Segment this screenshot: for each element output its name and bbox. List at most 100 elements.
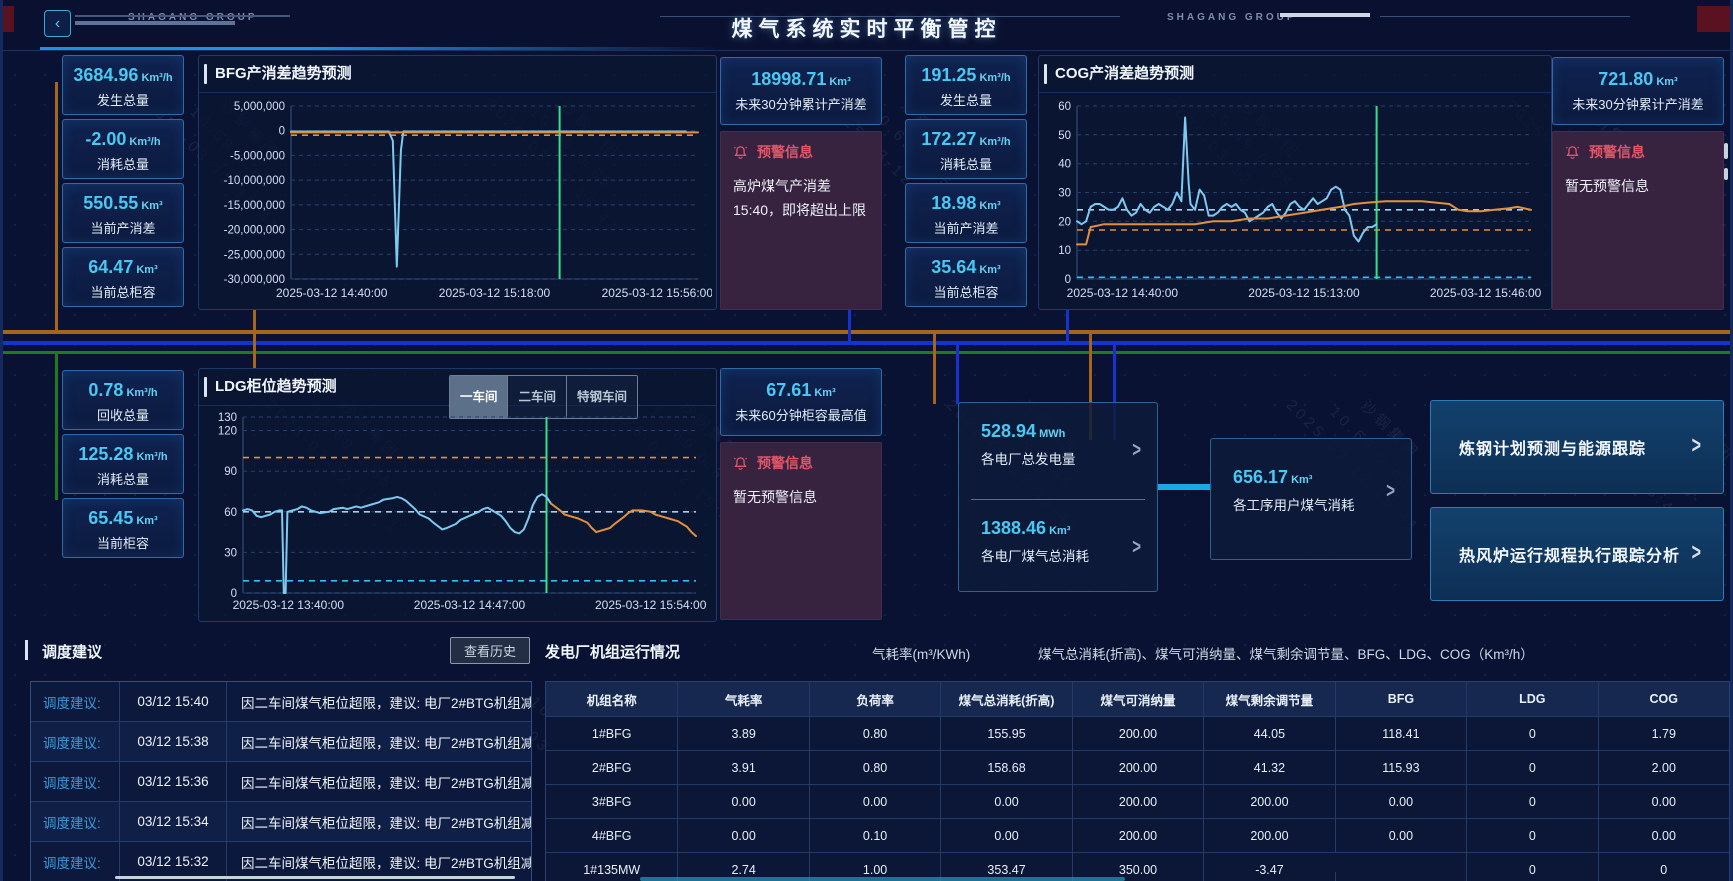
dispatch-time: 03/12 15:40 xyxy=(119,682,227,721)
svg-text:130: 130 xyxy=(218,412,237,424)
value-cell: 0.80 xyxy=(809,717,940,750)
svg-text:120: 120 xyxy=(218,426,237,438)
horizontal-scrollbar[interactable] xyxy=(640,877,1125,881)
value-cell: 0 xyxy=(1598,853,1729,881)
stat-value: 721.80Km³ xyxy=(1553,69,1723,90)
stat-value: 656.17Km³ xyxy=(1233,467,1411,488)
value-cell: 200.00 xyxy=(1072,819,1203,852)
pipe-orange-vertical xyxy=(933,334,936,404)
value: 656.17 xyxy=(1233,467,1288,487)
value-cell: 200.00 xyxy=(1203,819,1334,852)
stat-card-bfg-consumption: -2.00Km³/h 消耗总量 xyxy=(62,119,184,179)
dispatch-table: 调度建议:03/12 15:40因二车间煤气柜位超限，建议: 电厂2#BTG机组… xyxy=(30,681,532,881)
dispatch-time: 03/12 15:34 xyxy=(119,802,227,841)
value-cell: 41.32 xyxy=(1203,751,1334,784)
plant-gas-consumption-block[interactable]: 1388.46Km³ 各电厂煤气总消耗 > xyxy=(959,500,1157,594)
value-cell: 0.00 xyxy=(809,785,940,818)
header-line-decoration xyxy=(75,21,235,25)
value: 18.98 xyxy=(931,193,976,213)
svg-text:-10,000,000: -10,000,000 xyxy=(224,175,285,187)
link-hot-blast-stove[interactable]: 热风炉运行规程执行跟踪分析 > xyxy=(1430,507,1724,601)
dispatch-time: 03/12 15:36 xyxy=(119,762,227,801)
value: 550.55 xyxy=(83,193,138,213)
svg-text:30: 30 xyxy=(224,547,237,559)
svg-text:-25,000,000: -25,000,000 xyxy=(224,249,285,261)
stat-label: 消耗总量 xyxy=(63,469,183,488)
pipe-blue-vertical xyxy=(848,310,851,342)
svg-text:2025-03-12 15:13:00: 2025-03-12 15:13:00 xyxy=(1248,286,1360,300)
dispatch-tag[interactable]: 调度建议: xyxy=(31,812,119,832)
value-cell: 575.46 xyxy=(1335,872,1466,881)
svg-text:50: 50 xyxy=(1058,130,1071,142)
stat-label: 各电厂总发电量 xyxy=(981,448,1157,468)
value: 64.47 xyxy=(88,257,133,277)
dispatch-row[interactable]: 调度建议:03/12 15:40因二车间煤气柜位超限，建议: 电厂2#BTG机组… xyxy=(31,682,531,721)
value-cell: 0.00 xyxy=(940,819,1071,852)
stat-card-ldg-recovery: 0.78Km³/h 回收总量 xyxy=(62,370,184,430)
bfg-chart: 5,000,0000-5,000,000-10,000,000-15,000,0… xyxy=(203,96,712,305)
stat-label: 回收总量 xyxy=(63,405,183,424)
cog-chart-title-row: COG产消差趋势预测 xyxy=(1039,56,1551,93)
stat-label: 未来30分钟累计产消差 xyxy=(1553,94,1723,113)
value-cell: 0.00 xyxy=(1335,785,1466,818)
link-steelmaking-plan[interactable]: 炼钢计划预测与能源跟踪 > xyxy=(1430,400,1724,494)
pipe-cyan-connector xyxy=(1156,484,1212,490)
unit: Km³ xyxy=(1656,76,1677,88)
title-accent-bar xyxy=(25,640,28,660)
chevron-right-icon: > xyxy=(1132,535,1141,559)
value-cell: 3.89 xyxy=(677,717,808,750)
column-header: 机组名称 xyxy=(546,682,677,716)
value-cell: 44.05 xyxy=(1203,717,1334,750)
unit: Km³ xyxy=(829,76,850,88)
warning-text: 高炉煤气产消差15:40，即将超出上限 xyxy=(733,174,869,222)
power-generation-block[interactable]: 528.94MWh 各电厂总发电量 > xyxy=(959,403,1157,497)
header: ‹ SHAGANG GROUP 煤气系统实时平衡管控 SHAGANG GROUP xyxy=(0,0,1733,51)
vertical-scrollbar-thumb[interactable] xyxy=(1724,168,1728,180)
stat-label: 消耗总量 xyxy=(63,154,183,173)
horizontal-scrollbar[interactable] xyxy=(115,876,515,879)
dispatch-row[interactable]: 调度建议:03/12 15:38因二车间煤气柜位超限，建议: 电厂2#BTG机组… xyxy=(31,721,531,761)
svg-text:30: 30 xyxy=(1058,188,1071,200)
dispatch-text: 因二车间煤气柜位超限，建议: 电厂2#BTG机组减少LDG... xyxy=(227,732,531,752)
stat-value: 65.45Km³ xyxy=(63,508,183,529)
dispatch-row[interactable]: 调度建议:03/12 15:36因二车间煤气柜位超限，建议: 电厂2#BTG机组… xyxy=(31,761,531,801)
unit: Km³/h xyxy=(979,72,1010,84)
stat-card-bfg-current-diff: 550.55Km³ 当前产消差 xyxy=(62,183,184,243)
dispatch-tag[interactable]: 调度建议: xyxy=(31,692,119,712)
stat-value: 3684.96Km³/h xyxy=(63,65,183,86)
plant-units-table: 机组名称气耗率负荷率煤气总消耗(折高)煤气可消纳量煤气剩余调节量BFGLDGCO… xyxy=(545,681,1730,881)
bfg-warning-panel: 预警信息 高炉煤气产消差15:40，即将超出上限 xyxy=(720,131,882,310)
stat-value: 64.47Km³ xyxy=(63,257,183,278)
pipe-blue-horizontal xyxy=(0,341,1733,345)
value-cell: 0.00 xyxy=(940,785,1071,818)
process-consumption-panel[interactable]: 656.17Km³ 各工序用户煤气消耗 > xyxy=(1210,438,1412,560)
table-row: 1#BFG3.890.80155.95200.0044.05118.4101.7… xyxy=(546,716,1729,750)
unit: Km³ xyxy=(1291,474,1312,486)
value-cell: 0 xyxy=(1466,751,1597,784)
stat-label: 发生总量 xyxy=(906,90,1026,109)
dispatch-tag[interactable]: 调度建议: xyxy=(31,852,119,872)
value: 65.45 xyxy=(88,508,133,528)
pipe-green-left-vertical xyxy=(55,354,58,500)
view-history-button[interactable]: 查看历史 xyxy=(450,637,530,664)
stat-label: 当前总柜容 xyxy=(906,282,1026,301)
vertical-scrollbar-thumb[interactable] xyxy=(1724,143,1728,159)
cog-warning-panel: 预警信息 暂无预警信息 xyxy=(1552,131,1724,310)
pipe-blue-vertical xyxy=(1066,310,1069,342)
pipe-orange-horizontal xyxy=(0,330,1733,334)
warning-title: 预警信息 xyxy=(757,142,813,162)
unit: Km³ xyxy=(136,264,157,276)
stat-value: 125.28Km³/h xyxy=(63,444,183,465)
dispatch-row[interactable]: 调度建议:03/12 15:34因二车间煤气柜位超限，建议: 电厂2#BTG机组… xyxy=(31,801,531,841)
unit: Km³ xyxy=(979,264,1000,276)
alarm-bell-icon xyxy=(1565,145,1580,160)
dispatch-row[interactable]: 调度建议:03/12 15:32因二车间煤气柜位超限，建议: 电厂2#BTG机组… xyxy=(31,841,531,881)
brand-right: SHAGANG GROUP xyxy=(1167,12,1297,23)
dispatch-tag[interactable]: 调度建议: xyxy=(31,772,119,792)
stat-card-cog-current-diff: 18.98Km³ 当前产消差 xyxy=(905,183,1027,243)
unit: Km³/h xyxy=(979,136,1010,148)
value-cell: 0.00 xyxy=(1598,785,1729,818)
dispatch-tag[interactable]: 调度建议: xyxy=(31,732,119,752)
stat-label: 各工序用户煤气消耗 xyxy=(1233,494,1411,514)
warning-text: 暂无预警信息 xyxy=(733,485,869,509)
